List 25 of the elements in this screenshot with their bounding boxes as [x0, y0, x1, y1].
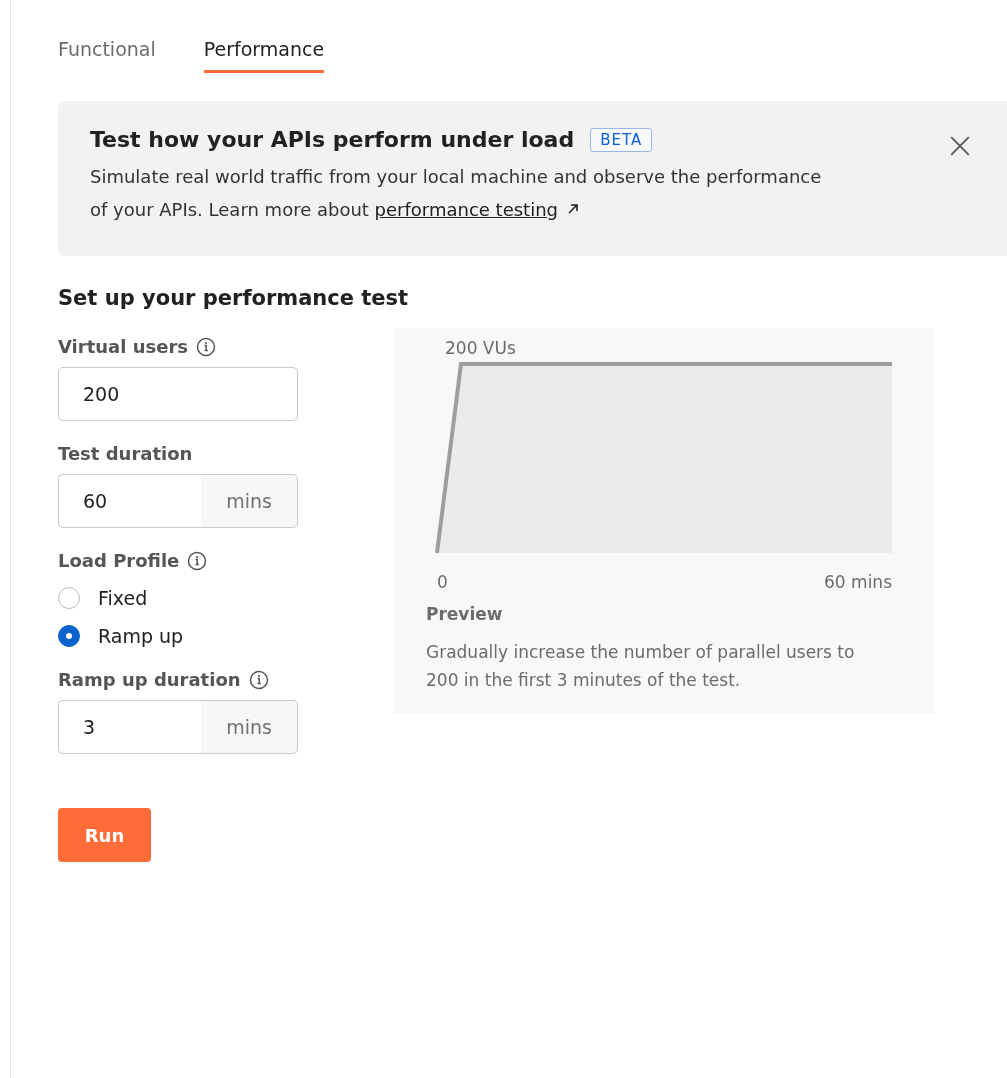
- close-icon[interactable]: [949, 135, 971, 157]
- preview-title: Preview: [426, 604, 504, 624]
- learn-more-link[interactable]: performance testing: [374, 199, 558, 220]
- field-label: Ramp up duration: [58, 669, 241, 690]
- section-heading: Set up your performance test: [58, 286, 410, 310]
- banner-title: Test how your APIs perform under load: [90, 127, 575, 152]
- info-icon[interactable]: [196, 336, 216, 357]
- axis-label: 60 mins: [824, 572, 892, 592]
- axis-label: 0: [437, 572, 448, 592]
- peak-label: 200 VUs: [445, 338, 516, 358]
- tab[interactable]: Performance: [203, 38, 325, 73]
- preview-description: Gradually increase the number of parallel users to 200 in the first 3 minutes of the test.: [426, 641, 856, 692]
- field-label: Test duration: [58, 443, 193, 464]
- radio-label[interactable]: Ramp up: [98, 625, 184, 647]
- input-field[interactable]: 200: [58, 367, 298, 421]
- radio-button[interactable]: [58, 625, 80, 647]
- info-icon[interactable]: [248, 669, 269, 690]
- info-icon[interactable]: [187, 550, 208, 571]
- radio-label[interactable]: Fixed: [98, 587, 148, 609]
- tab[interactable]: Functional: [58, 38, 156, 73]
- arrow-icon: [566, 202, 580, 216]
- field-label: Virtual users: [58, 336, 188, 357]
- banner-text: Simulate real world traffic from your local machine and observe the performance of your APIs. Learn more about performance testing: [90, 165, 823, 222]
- beta-badge: BETA: [590, 127, 653, 152]
- field-label: Load Profile: [58, 550, 180, 571]
